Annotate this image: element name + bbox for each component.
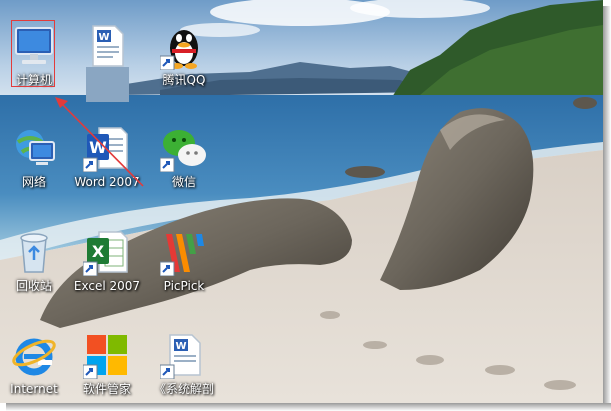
desktop-icon-label: 《系统解剖 — [153, 382, 214, 396]
word-document-icon: W — [92, 25, 124, 67]
svg-text:X: X — [92, 242, 105, 261]
desktop-icon-excel-2007[interactable]: X Excel 2007 — [67, 224, 147, 324]
desktop-icon-label: PicPick — [163, 279, 205, 293]
word-document-icon: W — [160, 334, 201, 379]
frame-shadow — [603, 6, 611, 411]
desktop-icon-label: Internet — [10, 382, 58, 396]
excel-icon: X — [83, 231, 128, 276]
selection-highlight — [11, 20, 55, 87]
desktop-icon-label: Word 2007 — [74, 175, 140, 189]
desktop-icon-internet[interactable]: Internet — [0, 327, 74, 403]
svg-text:W: W — [98, 32, 109, 43]
desktop-icon-label: 网络 — [21, 175, 46, 189]
desktop-icon-word-2007[interactable]: W Word 2007 — [67, 120, 147, 220]
internet-explorer-icon — [12, 338, 56, 376]
desktop[interactable]: 计算机 网络 回收站 Internet W W Word 2007 X Exce… — [0, 0, 603, 403]
desktop-icon-picpick[interactable]: PicPick — [144, 224, 224, 324]
desktop-icon-label: 回收站 — [15, 279, 52, 293]
wechat-icon — [160, 130, 206, 172]
desktop-icon-label: Excel 2007 — [73, 279, 141, 293]
desktop-icon-label: 微信 — [171, 175, 196, 189]
svg-text:W: W — [175, 341, 186, 352]
desktop-icon-recycle-bin[interactable]: 回收站 — [0, 224, 74, 324]
software-manager-icon — [83, 335, 127, 379]
redacted-label — [86, 67, 129, 102]
recycle-bin-icon — [20, 233, 48, 273]
frame-shadow — [6, 403, 611, 411]
desktop-icon-network[interactable]: 网络 — [0, 120, 74, 220]
word-icon: W — [83, 127, 128, 172]
desktop-icon-wechat[interactable]: 微信 — [144, 120, 224, 220]
desktop-icon-label: 软件管家 — [82, 382, 131, 396]
qq-icon — [160, 30, 198, 70]
picpick-icon — [160, 234, 204, 276]
network-icon — [16, 130, 55, 165]
screenshot-frame: 计算机 网络 回收站 Internet W W Word 2007 X Exce… — [0, 0, 611, 411]
desktop-icon-system-anatomy-doc[interactable]: W 《系统解剖 — [144, 327, 224, 403]
desktop-icon-qq[interactable]: 腾讯QQ — [144, 18, 224, 118]
desktop-icon-label: 腾讯QQ — [162, 73, 206, 87]
svg-text:W: W — [89, 138, 107, 157]
desktop-icon-software-manager[interactable]: 软件管家 — [67, 327, 147, 403]
